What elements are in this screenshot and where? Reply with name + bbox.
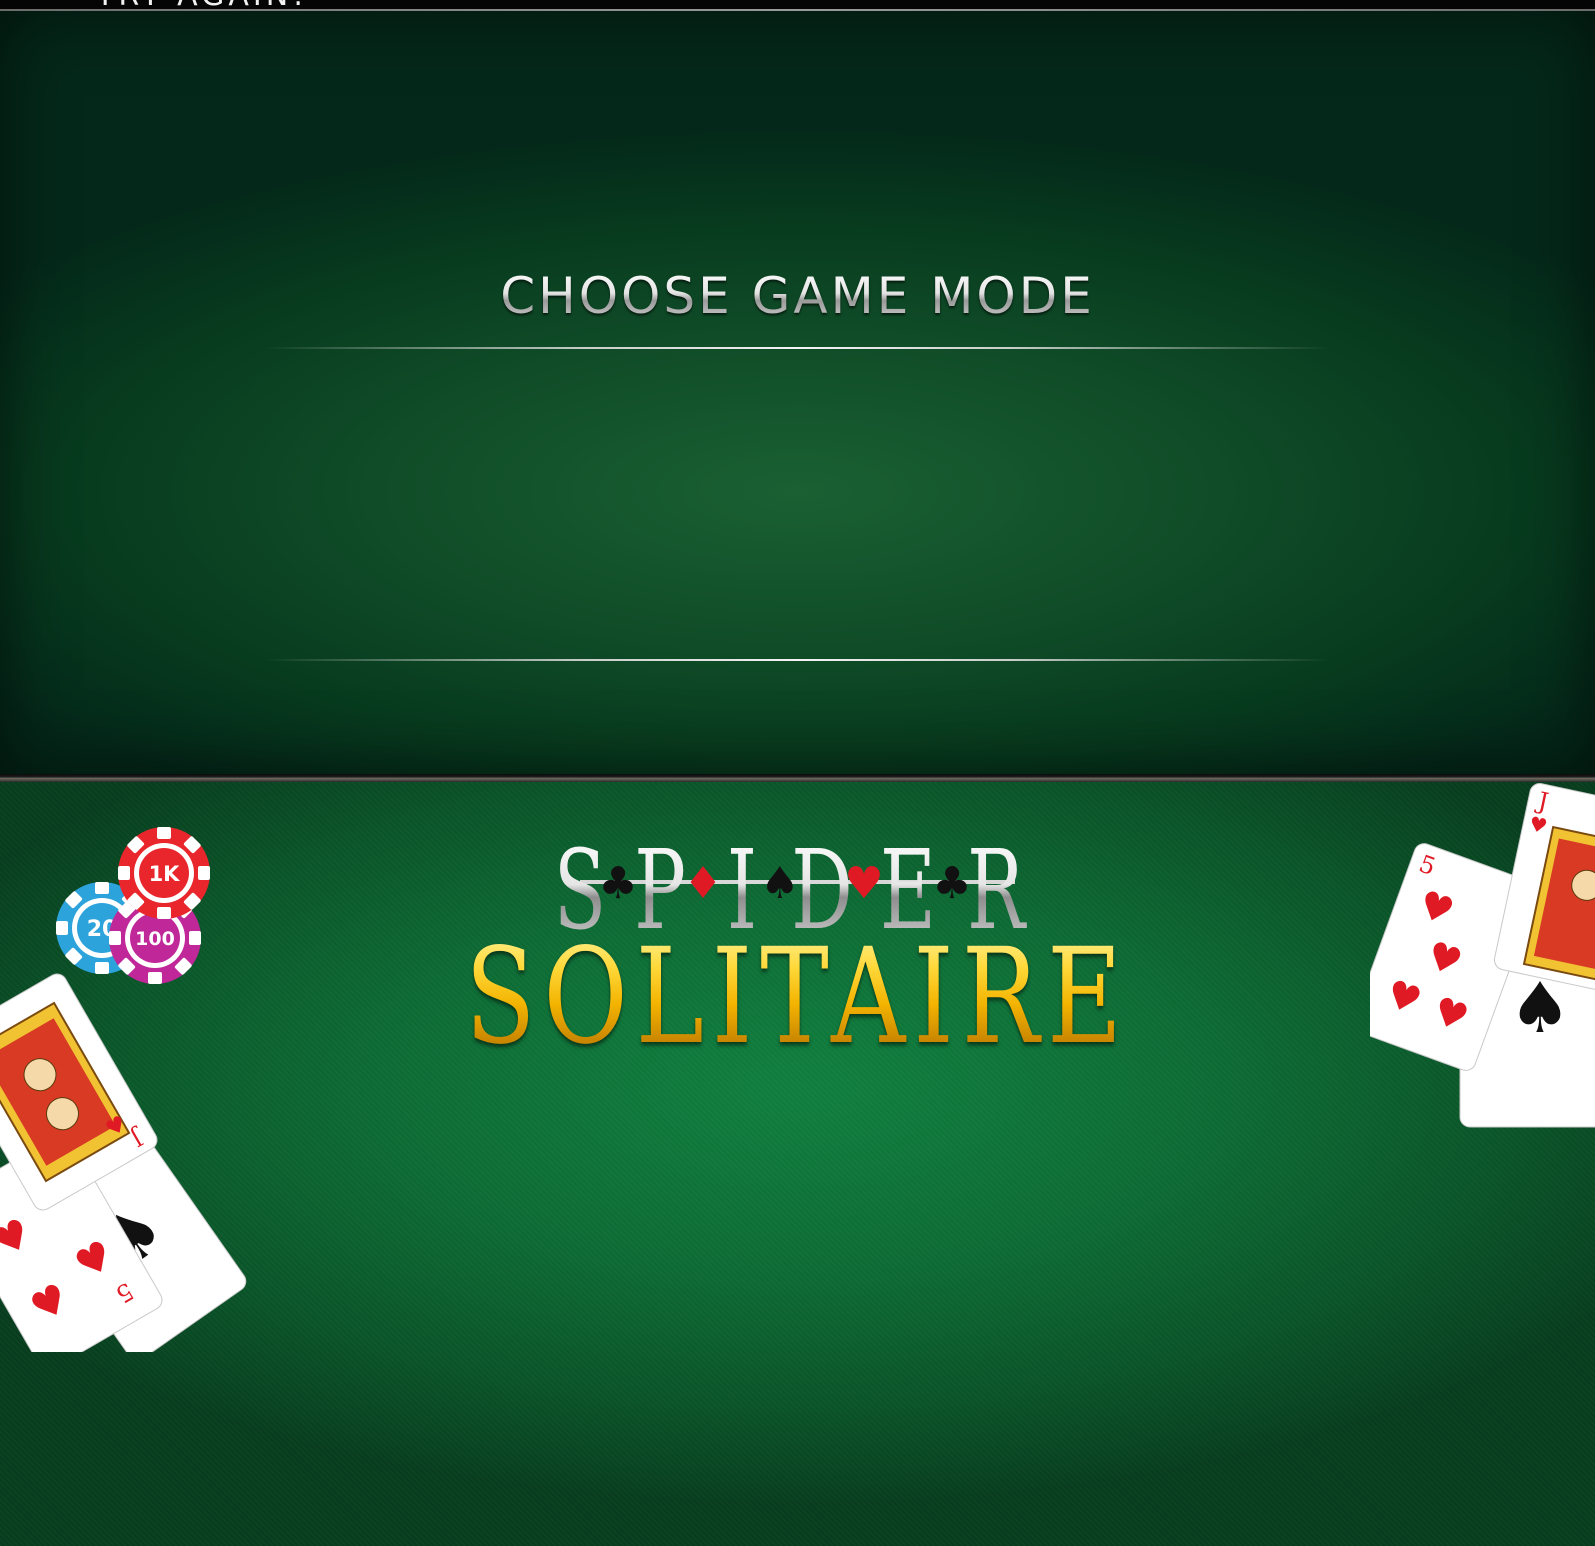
try-again-text: TRY AGAIN! — [96, 0, 308, 11]
game-mode-panel: CHOOSE GAME MODE — [0, 11, 1595, 774]
choose-game-mode-title: CHOOSE GAME MODE — [0, 267, 1595, 325]
right-card-fan: ♠ 5 ♥ ♥ ♥ ♥ J ♥ — [1370, 783, 1595, 1128]
top-divider — [265, 347, 1330, 349]
diamond-icon: ♦ — [683, 858, 722, 909]
game-mode-list — [265, 361, 1330, 651]
club-icon: ♣ — [598, 858, 637, 909]
heart-icon: ♥ — [844, 858, 883, 909]
club-icon: ♣ — [932, 858, 971, 909]
title-splash: 20 100 1K A ♠ 5 ♥ ♥ ♥ — [0, 782, 1595, 1546]
panel-separator — [0, 774, 1595, 782]
chip-1k-label: 1K — [149, 862, 181, 886]
top-strip: TRY AGAIN! — [0, 0, 1595, 11]
chip-100-label: 100 — [135, 928, 175, 950]
bottom-divider — [265, 659, 1330, 661]
solitaire-logo: SOLITAIRE — [175, 922, 1419, 1072]
spade-icon: ♠ — [760, 858, 799, 909]
